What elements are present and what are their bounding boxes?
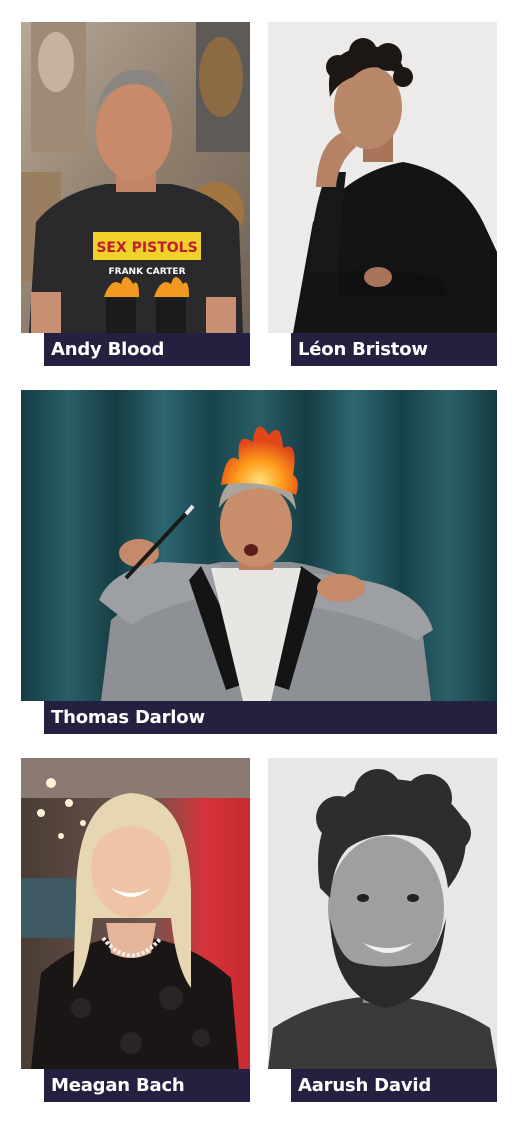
speaker-name: Léon Bristow xyxy=(291,333,497,366)
speaker-photo[interactable] xyxy=(21,390,497,701)
shirt-line-text: FRANK CARTER xyxy=(109,267,186,277)
speaker-photo[interactable]: SEX PISTOLS FRANK CARTER xyxy=(21,22,250,333)
shirt-band-text: SEX PISTOLS xyxy=(96,240,197,256)
speaker-name: Meagan Bach xyxy=(44,1069,250,1102)
speaker-photo[interactable] xyxy=(268,22,497,333)
speaker-name: Thomas Darlow xyxy=(44,701,497,734)
speaker-name: Andy Blood xyxy=(44,333,250,366)
speaker-name: Aarush David xyxy=(291,1069,497,1102)
speaker-photo[interactable] xyxy=(21,758,250,1069)
speaker-photo[interactable] xyxy=(268,758,497,1069)
